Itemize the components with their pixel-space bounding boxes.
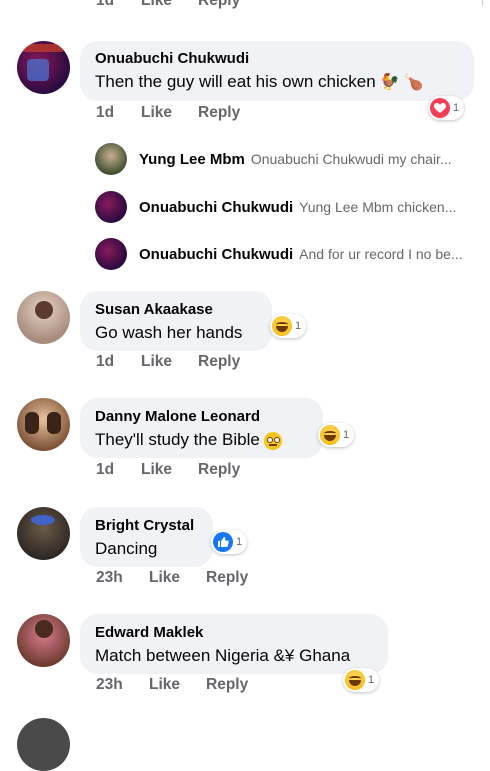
reaction-count: 1 xyxy=(453,102,460,114)
like-button[interactable]: Like xyxy=(141,353,172,371)
comment-author[interactable]: Bright Crystal xyxy=(95,516,213,535)
reaction-count: 1 xyxy=(343,429,350,441)
comment-text: They'll study the Bible xyxy=(95,430,260,449)
reaction-badge[interactable]: 1 xyxy=(211,530,248,554)
avatar[interactable] xyxy=(17,41,70,94)
reply-button[interactable]: Reply xyxy=(198,461,240,479)
comment-text: Then the guy will eat his own chicken xyxy=(95,72,376,91)
avatar[interactable] xyxy=(95,238,127,270)
comment-text: Go wash her hands xyxy=(95,323,243,342)
haha-icon xyxy=(345,670,365,690)
comment-time: 1d xyxy=(96,461,115,478)
comment-bubble: Danny Malone Leonard They'll study the B… xyxy=(80,398,323,458)
comment-author[interactable]: Edward Maklek xyxy=(95,623,388,642)
reaction-badge[interactable]: 1 xyxy=(428,96,465,120)
reply-preview[interactable]: Onuabuchi Chukwudi And for ur record I n… xyxy=(95,237,463,271)
reaction-count: 1 xyxy=(295,320,302,332)
comment-author[interactable]: Susan Akaakase xyxy=(95,300,272,319)
like-button[interactable]: Like xyxy=(149,569,180,587)
comment-text: Match between Nigeria &¥ Ghana xyxy=(95,646,351,665)
comment-time: 1d xyxy=(96,0,115,9)
avatar[interactable] xyxy=(17,291,70,344)
avatar-graphic xyxy=(47,412,61,434)
comment-text: Dancing xyxy=(95,539,158,558)
like-button[interactable]: Like xyxy=(141,461,172,479)
comment-time: 23h xyxy=(96,569,123,586)
like-button[interactable]: Like xyxy=(141,0,172,10)
reply-button[interactable]: Reply xyxy=(206,569,248,587)
comment-time: 1d xyxy=(96,104,115,121)
reply-preview[interactable]: Onuabuchi Chukwudi Yung Lee Mbm chicken.… xyxy=(95,190,456,224)
reaction-badge[interactable]: 1 xyxy=(270,314,307,338)
reply-author[interactable]: Yung Lee Mbm xyxy=(139,151,245,168)
comment-bubble: Onuabuchi Chukwudi Then the guy will eat… xyxy=(80,41,474,101)
comment-time: 23h xyxy=(96,676,123,693)
comment-bubble: Susan Akaakase Go wash her hands xyxy=(80,291,272,351)
avatar-graphic xyxy=(31,515,55,525)
reaction-badge[interactable]: 1 xyxy=(343,668,380,692)
reply-button[interactable]: Reply xyxy=(198,104,240,122)
avatar[interactable] xyxy=(17,398,70,451)
reply-preview[interactable]: Yung Lee Mbm Onuabuchi Chukwudi my chair… xyxy=(95,142,452,176)
avatar-graphic xyxy=(35,301,53,319)
reply-author[interactable]: Onuabuchi Chukwudi xyxy=(139,199,293,216)
comment-author[interactable]: Danny Malone Leonard xyxy=(95,407,323,426)
reply-text: Onuabuchi Chukwudi my chair... xyxy=(250,151,452,167)
avatar[interactable] xyxy=(95,191,127,223)
love-icon xyxy=(430,98,450,118)
rooster-icon: 🐓 xyxy=(379,74,400,92)
comment-bubble: Bright Crystal Dancing xyxy=(80,507,213,567)
avatar[interactable] xyxy=(95,143,127,175)
like-button[interactable]: Like xyxy=(141,104,172,122)
avatar-graphic xyxy=(23,44,63,52)
avatar-graphic xyxy=(25,412,39,434)
avatar-graphic xyxy=(27,59,49,81)
avatar[interactable] xyxy=(17,614,70,667)
avatar[interactable] xyxy=(17,507,70,560)
reaction-count: 1 xyxy=(236,536,243,548)
reply-button[interactable]: Reply xyxy=(198,0,240,10)
comment-bubble: Edward Maklek Match between Nigeria &¥ G… xyxy=(80,614,388,674)
like-button[interactable]: Like xyxy=(149,676,180,694)
reaction-badge[interactable]: 1 xyxy=(318,423,355,447)
reaction-count: 1 xyxy=(368,674,375,686)
haha-icon xyxy=(320,425,340,445)
rolling-eyes-icon xyxy=(263,431,282,450)
divider xyxy=(482,0,483,6)
reply-text: Yung Lee Mbm chicken... xyxy=(299,199,457,215)
reply-button[interactable]: Reply xyxy=(206,676,248,694)
reply-button[interactable]: Reply xyxy=(198,353,240,371)
comment-time: 1d xyxy=(96,353,115,370)
like-icon xyxy=(213,532,233,552)
avatar-graphic xyxy=(35,620,53,638)
chicken-leg-icon: 🍗 xyxy=(403,74,424,92)
reply-text: And for ur record I no be... xyxy=(299,246,463,262)
reply-author[interactable]: Onuabuchi Chukwudi xyxy=(139,246,293,263)
haha-icon xyxy=(272,316,292,336)
comment-author[interactable]: Onuabuchi Chukwudi xyxy=(95,49,474,68)
